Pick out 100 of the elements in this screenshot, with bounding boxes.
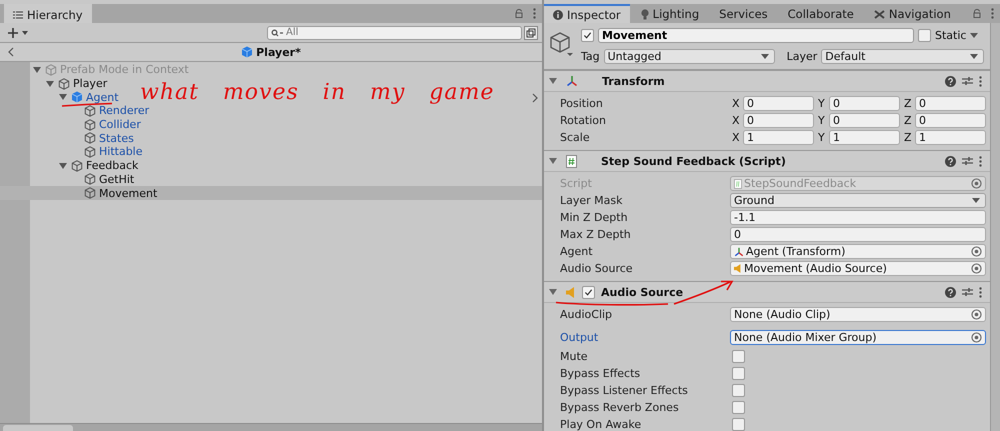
hierarchy-item[interactable]: States [72, 132, 134, 145]
object-picker-icon[interactable] [971, 332, 982, 343]
number-field[interactable]: 0 [829, 96, 900, 111]
axis-label: X [732, 131, 741, 144]
checkbox[interactable] [732, 367, 745, 380]
active-checkbox[interactable] [581, 29, 594, 42]
number-field[interactable]: 0 [730, 227, 986, 242]
inspector-tab[interactable]: Services [710, 5, 777, 23]
expand-arrow-icon[interactable] [59, 162, 67, 170]
annotation-text: what moves in my game [140, 80, 494, 106]
object-field[interactable]: None (Audio Clip) [730, 307, 986, 322]
hierarchy-item[interactable]: Movement [72, 186, 158, 200]
kebab-menu-icon[interactable] [979, 76, 982, 86]
help-icon[interactable] [945, 76, 956, 86]
property-label: Script [560, 177, 593, 190]
scene-icon[interactable] [524, 26, 538, 40]
object-field[interactable]: Movement (Audio Source) [730, 261, 986, 276]
number-field[interactable]: 1 [915, 130, 986, 145]
component-title: Step Sound Feedback (Script) [601, 154, 786, 168]
layer-dropdown[interactable]: Default [821, 49, 984, 64]
lightbulb-icon [640, 8, 649, 20]
kebab-menu-icon[interactable] [979, 156, 982, 166]
hierarchy-item[interactable]: Collider [72, 118, 141, 132]
number-field[interactable]: 0 [829, 113, 900, 128]
cube-icon [71, 160, 83, 172]
inspector-tab[interactable]: Inspector [544, 4, 630, 23]
kebab-menu-icon[interactable] [533, 8, 536, 19]
axis-label: Y [818, 131, 826, 144]
hierarchy-item[interactable]: Hittable [72, 145, 143, 158]
presets-icon[interactable] [962, 76, 973, 86]
name-field[interactable]: Movement [598, 28, 914, 43]
inspector-tab[interactable]: Collaborate [778, 5, 863, 23]
enabled-checkbox[interactable] [582, 286, 595, 298]
checkbox[interactable] [732, 418, 745, 431]
back-chevron-icon[interactable] [8, 47, 14, 57]
hierarchy-item[interactable]: Feedback [59, 159, 138, 172]
property-label: Bypass Effects [560, 367, 642, 380]
object-picker-icon[interactable] [971, 309, 982, 320]
axis-label: Z [904, 97, 913, 110]
property-label: Rotation [560, 114, 608, 127]
foldout-arrow-icon[interactable] [549, 157, 557, 165]
tag-dropdown[interactable]: Untagged [604, 49, 775, 64]
static-checkbox[interactable] [918, 29, 931, 42]
number-field[interactable]: 1 [829, 130, 900, 145]
cube-icon [45, 64, 57, 76]
hierarchy-item[interactable]: GetHit [72, 172, 134, 186]
property-label: Output [560, 331, 600, 344]
object-picker-icon[interactable] [971, 246, 982, 257]
axis-label: Z [904, 131, 913, 144]
inspector-tab[interactable]: Lighting [632, 5, 708, 23]
checkbox[interactable] [732, 350, 745, 363]
checkbox[interactable] [732, 384, 745, 397]
number-field[interactable]: 0 [915, 96, 986, 111]
prefab-cube-icon [241, 46, 254, 58]
add-dropdown-icon[interactable] [8, 26, 30, 38]
hierarchy-item[interactable]: Player [46, 77, 108, 90]
scrollbar[interactable] [990, 23, 1000, 431]
inspector-tab[interactable]: Navigation [864, 5, 960, 23]
hierarchy-item[interactable]: Agent [59, 90, 119, 104]
presets-icon[interactable] [962, 156, 973, 166]
script-icon [566, 154, 577, 168]
object-picker-icon[interactable] [971, 178, 982, 189]
speaker-icon [734, 264, 742, 273]
object-field[interactable]: Agent (Transform) [730, 244, 986, 259]
number-field[interactable]: 0 [915, 113, 986, 128]
kebab-menu-icon[interactable] [991, 8, 994, 19]
foldout-arrow-icon[interactable] [549, 77, 557, 85]
component-title: Audio Source [601, 286, 684, 298]
info-icon [553, 10, 563, 20]
foldout-arrow-icon[interactable] [549, 288, 557, 296]
property-label: Audio Source [560, 262, 634, 275]
caret-icon [972, 198, 980, 203]
property-label: Max Z Depth [560, 228, 632, 241]
object-picker-icon[interactable] [971, 263, 982, 274]
search-field[interactable]: All [267, 26, 522, 40]
lock-icon[interactable] [973, 9, 981, 18]
number-field[interactable]: -1.1 [730, 210, 986, 225]
checkbox[interactable] [732, 401, 745, 414]
help-icon[interactable] [945, 286, 956, 298]
script-icon [734, 178, 742, 188]
help-icon[interactable] [945, 156, 956, 166]
hierarchy-item[interactable]: Renderer [72, 104, 150, 118]
kebab-menu-icon[interactable] [979, 286, 982, 298]
static-label: Static [935, 29, 966, 42]
expand-arrow-icon[interactable] [59, 93, 67, 102]
number-field[interactable]: 0 [743, 96, 814, 111]
expand-arrow-icon[interactable] [46, 80, 54, 88]
hierarchy-tab[interactable]: Hierarchy [4, 4, 92, 23]
presets-icon[interactable] [962, 287, 973, 297]
number-field[interactable]: 1 [743, 130, 814, 145]
chevron-right-icon[interactable] [532, 93, 538, 103]
caret-icon[interactable] [970, 33, 978, 38]
cube-icon[interactable] [549, 31, 575, 57]
expand-arrow-icon[interactable] [33, 66, 41, 74]
lock-icon[interactable] [515, 9, 523, 18]
caret-icon [970, 54, 978, 59]
number-field[interactable]: 0 [743, 113, 814, 128]
layer-mask-dropdown[interactable]: Ground [730, 193, 986, 208]
object-field[interactable]: None (Audio Mixer Group) [730, 330, 986, 345]
property-label: Position [560, 97, 604, 110]
